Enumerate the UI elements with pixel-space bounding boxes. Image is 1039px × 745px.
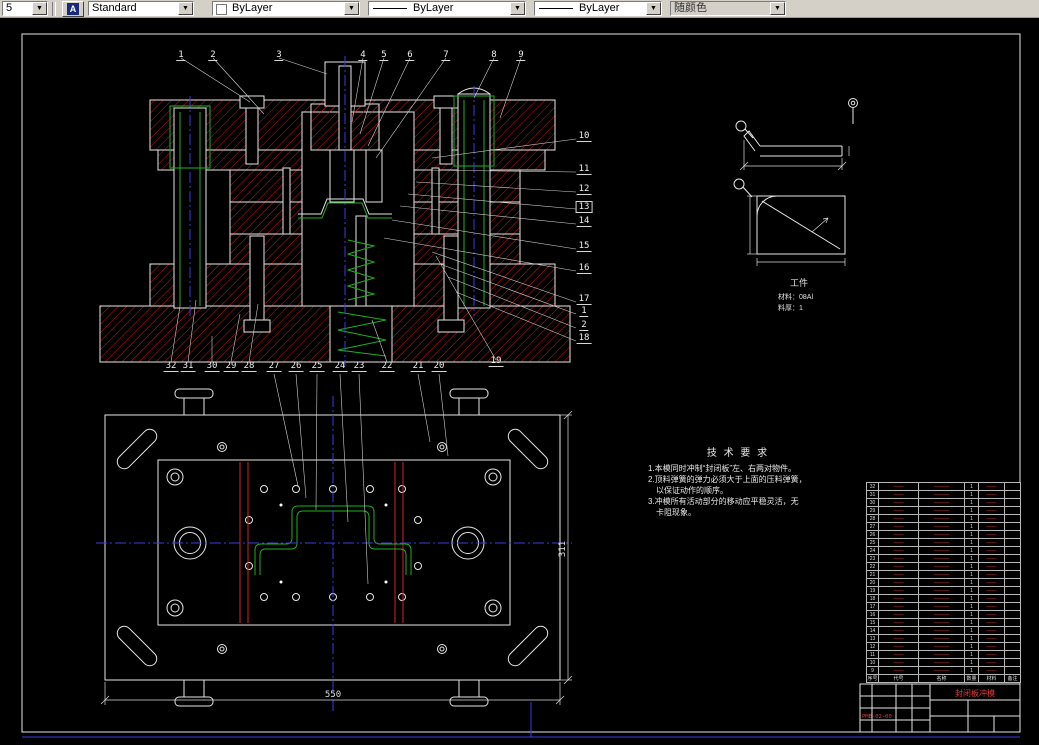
parts-list-row: 18—————1——	[867, 595, 1021, 603]
color-combo-dropdown-icon[interactable]: ▼	[344, 2, 359, 15]
parts-list-row: 28—————1——	[867, 515, 1021, 523]
part-callout-27: 27	[267, 361, 282, 372]
lineweight-combo-dropdown-icon[interactable]: ▼	[646, 2, 661, 15]
parts-list-row: 31—————1——	[867, 491, 1021, 499]
parts-list-header-row: 序号代号名称数量材料备注	[867, 675, 1021, 683]
part-callout-24: 24	[333, 361, 348, 372]
technical-requirement-line: 2.顶料弹簧的弹力必须大于上面的压料弹簧，	[648, 474, 828, 485]
parts-list-row: 27—————1——	[867, 523, 1021, 531]
toolbar-separator	[52, 2, 56, 16]
color-swatch	[216, 4, 227, 15]
part-callout-10: 10	[577, 131, 592, 142]
left-combo-dropdown-icon[interactable]: ▼	[32, 2, 47, 15]
part-callout-21: 21	[411, 361, 426, 372]
linetype-combo[interactable]: ByLayer ▼	[368, 1, 526, 16]
part-callout-1: 1	[176, 50, 185, 61]
parts-list-row: 32—————1——	[867, 483, 1021, 491]
parts-list-row: 13—————1——	[867, 635, 1021, 643]
part-callout-8: 8	[489, 50, 498, 61]
color-combo-value: ByLayer	[229, 2, 344, 15]
part-callout-31: 31	[181, 361, 196, 372]
drawing-canvas[interactable]: 550 311	[0, 18, 1039, 740]
part-callout-3: 3	[274, 50, 283, 61]
plotstyle-combo-value: 随颜色	[671, 2, 770, 15]
technical-requirement-line: 3.冲模所有活动部分的移动应平稳灵活，无	[648, 496, 828, 507]
technical-requirement-line: 卡阻现象。	[648, 507, 828, 518]
part-callout-11: 11	[577, 164, 592, 175]
parts-list-row: 26—————1——	[867, 531, 1021, 539]
parts-list-row: 15—————1——	[867, 619, 1021, 627]
parts-list-row: 19—————1——	[867, 587, 1021, 595]
part-callout-4: 4	[358, 50, 367, 61]
parts-list-table: 32—————1——31—————1——30—————1——29—————1——…	[866, 482, 1021, 683]
parts-list-row: 9—————1——	[867, 667, 1021, 675]
technical-requirement-line: 以保证动作的顺序。	[648, 485, 828, 496]
workpiece-label: 工件	[790, 276, 808, 289]
parts-list-row: 17—————1——	[867, 603, 1021, 611]
parts-list-row: 12—————1——	[867, 643, 1021, 651]
part-callout-7: 7	[441, 50, 450, 61]
left-combo[interactable]: 5 ▼	[2, 1, 48, 16]
part-callout-9: 9	[516, 50, 525, 61]
part-callout-2: 2	[579, 320, 588, 331]
part-callout-23: 23	[352, 361, 367, 372]
parts-list-row: 24—————1——	[867, 547, 1021, 555]
lineweight-sample-icon	[539, 8, 573, 9]
parts-list-row: 29—————1——	[867, 507, 1021, 515]
plotstyle-combo-dropdown-icon: ▼	[770, 2, 785, 15]
parts-list-row: 22—————1——	[867, 563, 1021, 571]
workpiece-thickness: 料厚：1	[778, 303, 803, 313]
cad-application-window: 5 ▼ A Standard ▼ ByLayer ▼ ByLayer ▼ ByL…	[0, 0, 1039, 740]
workpiece-material: 材料：08Al	[778, 292, 813, 302]
lineweight-combo-value: ByLayer	[576, 2, 646, 15]
part-callout-18: 18	[577, 333, 592, 344]
part-callout-5: 5	[379, 50, 388, 61]
text-style-icon: A	[67, 3, 79, 15]
part-callout-22: 22	[380, 361, 395, 372]
technical-requirements-title: 技 术 要 求	[648, 444, 828, 459]
part-callout-14: 14	[577, 216, 592, 227]
part-callout-16: 16	[577, 263, 592, 274]
style-combo[interactable]: Standard ▼	[88, 1, 194, 16]
parts-list-row: 21—————1——	[867, 571, 1021, 579]
parts-list-row: 23—————1——	[867, 555, 1021, 563]
annotation-overlay: 技 术 要 求 1.本模同时冲制“封闭板”左、右两对物件。2.顶料弹簧的弹力必须…	[0, 18, 1039, 740]
part-callout-6: 6	[405, 50, 414, 61]
part-callout-12: 12	[577, 184, 592, 195]
parts-list-row: 11—————1——	[867, 651, 1021, 659]
parts-list-row: 14—————1——	[867, 627, 1021, 635]
part-callout-13: 13	[576, 201, 593, 213]
part-callout-2: 2	[208, 50, 217, 61]
linetype-sample-icon	[373, 8, 407, 9]
linetype-combo-value: ByLayer	[410, 2, 510, 15]
style-combo-dropdown-icon[interactable]: ▼	[178, 2, 193, 15]
technical-requirements: 技 术 要 求 1.本模同时冲制“封闭板”左、右两对物件。2.顶料弹簧的弹力必须…	[648, 444, 828, 518]
part-callout-28: 28	[242, 361, 257, 372]
linetype-combo-dropdown-icon[interactable]: ▼	[510, 2, 525, 15]
parts-list-row: 30—————1——	[867, 499, 1021, 507]
text-style-manager-button[interactable]: A	[62, 1, 84, 17]
parts-list-row: 10—————1——	[867, 659, 1021, 667]
object-properties-toolbar: 5 ▼ A Standard ▼ ByLayer ▼ ByLayer ▼ ByL…	[0, 0, 1039, 18]
plotstyle-combo: 随颜色 ▼	[670, 1, 786, 16]
technical-requirement-line: 1.本模同时冲制“封闭板”左、右两对物件。	[648, 463, 828, 474]
part-callout-25: 25	[310, 361, 325, 372]
part-callout-15: 15	[577, 241, 592, 252]
parts-list-row: 16—————1——	[867, 611, 1021, 619]
parts-list-row: 25—————1——	[867, 539, 1021, 547]
part-callout-20: 20	[432, 361, 447, 372]
part-callout-32: 32	[164, 361, 179, 372]
part-callout-17: 17	[577, 294, 592, 305]
left-combo-value: 5	[3, 2, 32, 15]
part-callout-19: 19	[489, 356, 504, 367]
part-callout-26: 26	[289, 361, 304, 372]
lineweight-combo[interactable]: ByLayer ▼	[534, 1, 662, 16]
style-combo-value: Standard	[89, 2, 178, 15]
part-callout-29: 29	[224, 361, 239, 372]
part-callout-1: 1	[579, 306, 588, 317]
part-callout-30: 30	[205, 361, 220, 372]
parts-list-row: 20—————1——	[867, 579, 1021, 587]
color-combo[interactable]: ByLayer ▼	[212, 1, 360, 16]
